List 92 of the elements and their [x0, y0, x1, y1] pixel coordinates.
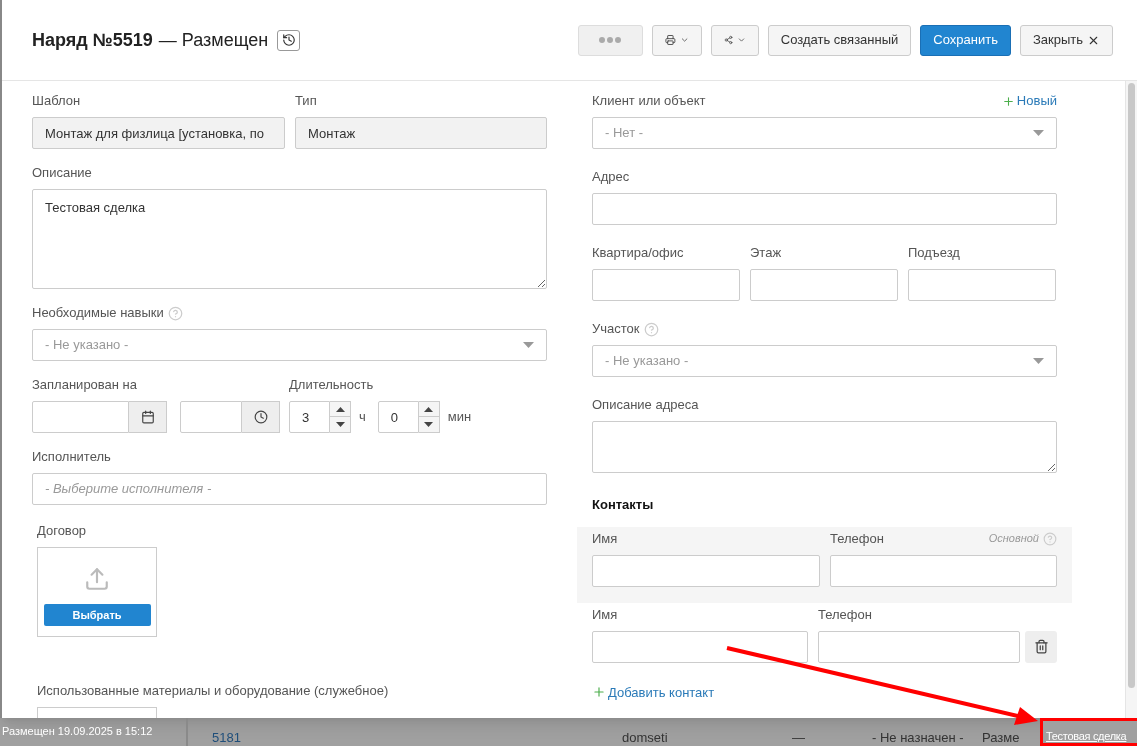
up-caret-icon	[335, 406, 345, 412]
scrollbar-thumb[interactable]	[1128, 83, 1135, 688]
history-button[interactable]	[277, 29, 301, 51]
field-label: Длительность	[289, 376, 374, 395]
number-field[interactable]: 0	[377, 401, 419, 433]
input-field[interactable]	[818, 630, 1020, 663]
caret-icon	[1033, 130, 1044, 136]
field-label: Телефон	[818, 605, 872, 624]
input-field[interactable]: Монтаж для физлица [установка, по	[32, 117, 285, 149]
table-cell-text: - Не назначен -	[872, 730, 965, 746]
field-label: Участок	[592, 320, 640, 339]
field-label: Запланирован на	[32, 376, 138, 395]
help-icon[interactable]	[643, 321, 659, 337]
dots-icon	[599, 37, 622, 43]
save-button[interactable]: Сохранить	[920, 24, 1011, 56]
new-client-link[interactable]: Новый	[1001, 91, 1057, 111]
field-label: Необходимые навыки	[32, 304, 164, 323]
clock-icon	[253, 410, 268, 424]
print-button[interactable]	[651, 24, 702, 56]
increment-button[interactable]	[330, 401, 351, 417]
input-field[interactable]	[592, 193, 1057, 225]
help-icon[interactable]	[167, 305, 183, 321]
caret-icon	[1033, 358, 1044, 364]
input-field[interactable]: Монтаж	[295, 117, 547, 149]
field-label: Договор	[37, 522, 87, 541]
clock-button[interactable]	[242, 401, 280, 433]
window-status: — Размещен	[158, 28, 269, 52]
caret-icon	[523, 342, 534, 348]
row-id-link[interactable]: 5181	[212, 730, 622, 746]
down-caret-icon	[335, 422, 345, 427]
window-title: Наряд №5519	[32, 28, 153, 52]
upload-icon	[84, 566, 110, 592]
close-button[interactable]: Закрыть	[1019, 24, 1113, 56]
create-related-button[interactable]: Создать связанный	[767, 24, 912, 56]
input-field[interactable]	[592, 630, 808, 663]
delete-button[interactable]	[1025, 630, 1057, 663]
table-cell-text: domseti	[622, 730, 669, 746]
increment-button[interactable]	[418, 401, 440, 417]
address-description-textarea[interactable]	[592, 421, 1057, 473]
deal-link[interactable]: Тестовая сделка	[1046, 730, 1127, 742]
share-button[interactable]	[710, 24, 759, 56]
field-label: Описание адреса	[592, 396, 699, 415]
more-button[interactable]	[577, 24, 643, 56]
table-cell-text: —	[792, 730, 806, 746]
table-cell-text: Разме	[982, 730, 1021, 746]
field-label: Описание	[32, 164, 92, 183]
help-icon[interactable]	[1043, 531, 1057, 546]
field-label: Квартира/офис	[592, 244, 684, 263]
calendar-button[interactable]	[129, 401, 167, 433]
input-field[interactable]	[830, 554, 1057, 587]
plus-icon	[1001, 94, 1015, 108]
select-field[interactable]: - Не указано -	[592, 345, 1057, 377]
input-field[interactable]	[750, 269, 898, 301]
history-icon	[281, 33, 296, 47]
field-label: Использованные материалы и оборудование (служебное)	[37, 682, 389, 701]
field-label: Подъезд	[908, 244, 960, 263]
section-title: Контакты	[592, 496, 655, 514]
date-field[interactable]	[32, 401, 129, 433]
description-textarea[interactable]: Тестовая сделка	[32, 189, 547, 289]
calendar-icon	[140, 410, 155, 424]
input-field[interactable]	[908, 269, 1056, 301]
number-field[interactable]: 3	[289, 401, 330, 433]
primary-hint: Основной	[988, 531, 1039, 547]
scrollbar[interactable]	[1125, 81, 1137, 718]
field-label: Телефон	[830, 529, 884, 548]
unit-label: мин	[447, 408, 472, 427]
status-note: Размещен 19.09.2025 в 15:12	[2, 725, 153, 737]
share-icon	[723, 34, 733, 46]
printer-icon	[664, 33, 676, 47]
choose-button[interactable]: Выбрать	[43, 604, 151, 626]
plus-icon	[592, 685, 606, 700]
down-caret-icon	[424, 422, 434, 427]
field-label: Адрес	[592, 168, 630, 187]
trash-icon	[1033, 639, 1049, 654]
select-field[interactable]: - Нет -	[592, 117, 1057, 149]
field-label: Имя	[592, 605, 618, 624]
time-field[interactable]	[180, 401, 242, 433]
input-field[interactable]	[592, 269, 740, 301]
field-label: Клиент или объект	[592, 92, 706, 111]
input-field[interactable]	[592, 554, 820, 587]
decrement-button[interactable]	[418, 417, 440, 433]
up-caret-icon	[424, 406, 434, 412]
field-label: Тип	[295, 92, 317, 111]
select-field[interactable]: - Выберите исполнителя -	[32, 473, 547, 505]
select-field[interactable]: - Не указано -	[32, 329, 547, 361]
unit-label: ч	[359, 408, 366, 427]
decrement-button[interactable]	[330, 417, 351, 433]
field-label: Шаблон	[32, 92, 81, 111]
field-label: Исполнитель	[32, 448, 111, 467]
field-label: Этаж	[750, 244, 782, 263]
add-contact-link[interactable]: Добавить контакт	[592, 682, 715, 702]
field-label: Имя	[592, 529, 618, 548]
